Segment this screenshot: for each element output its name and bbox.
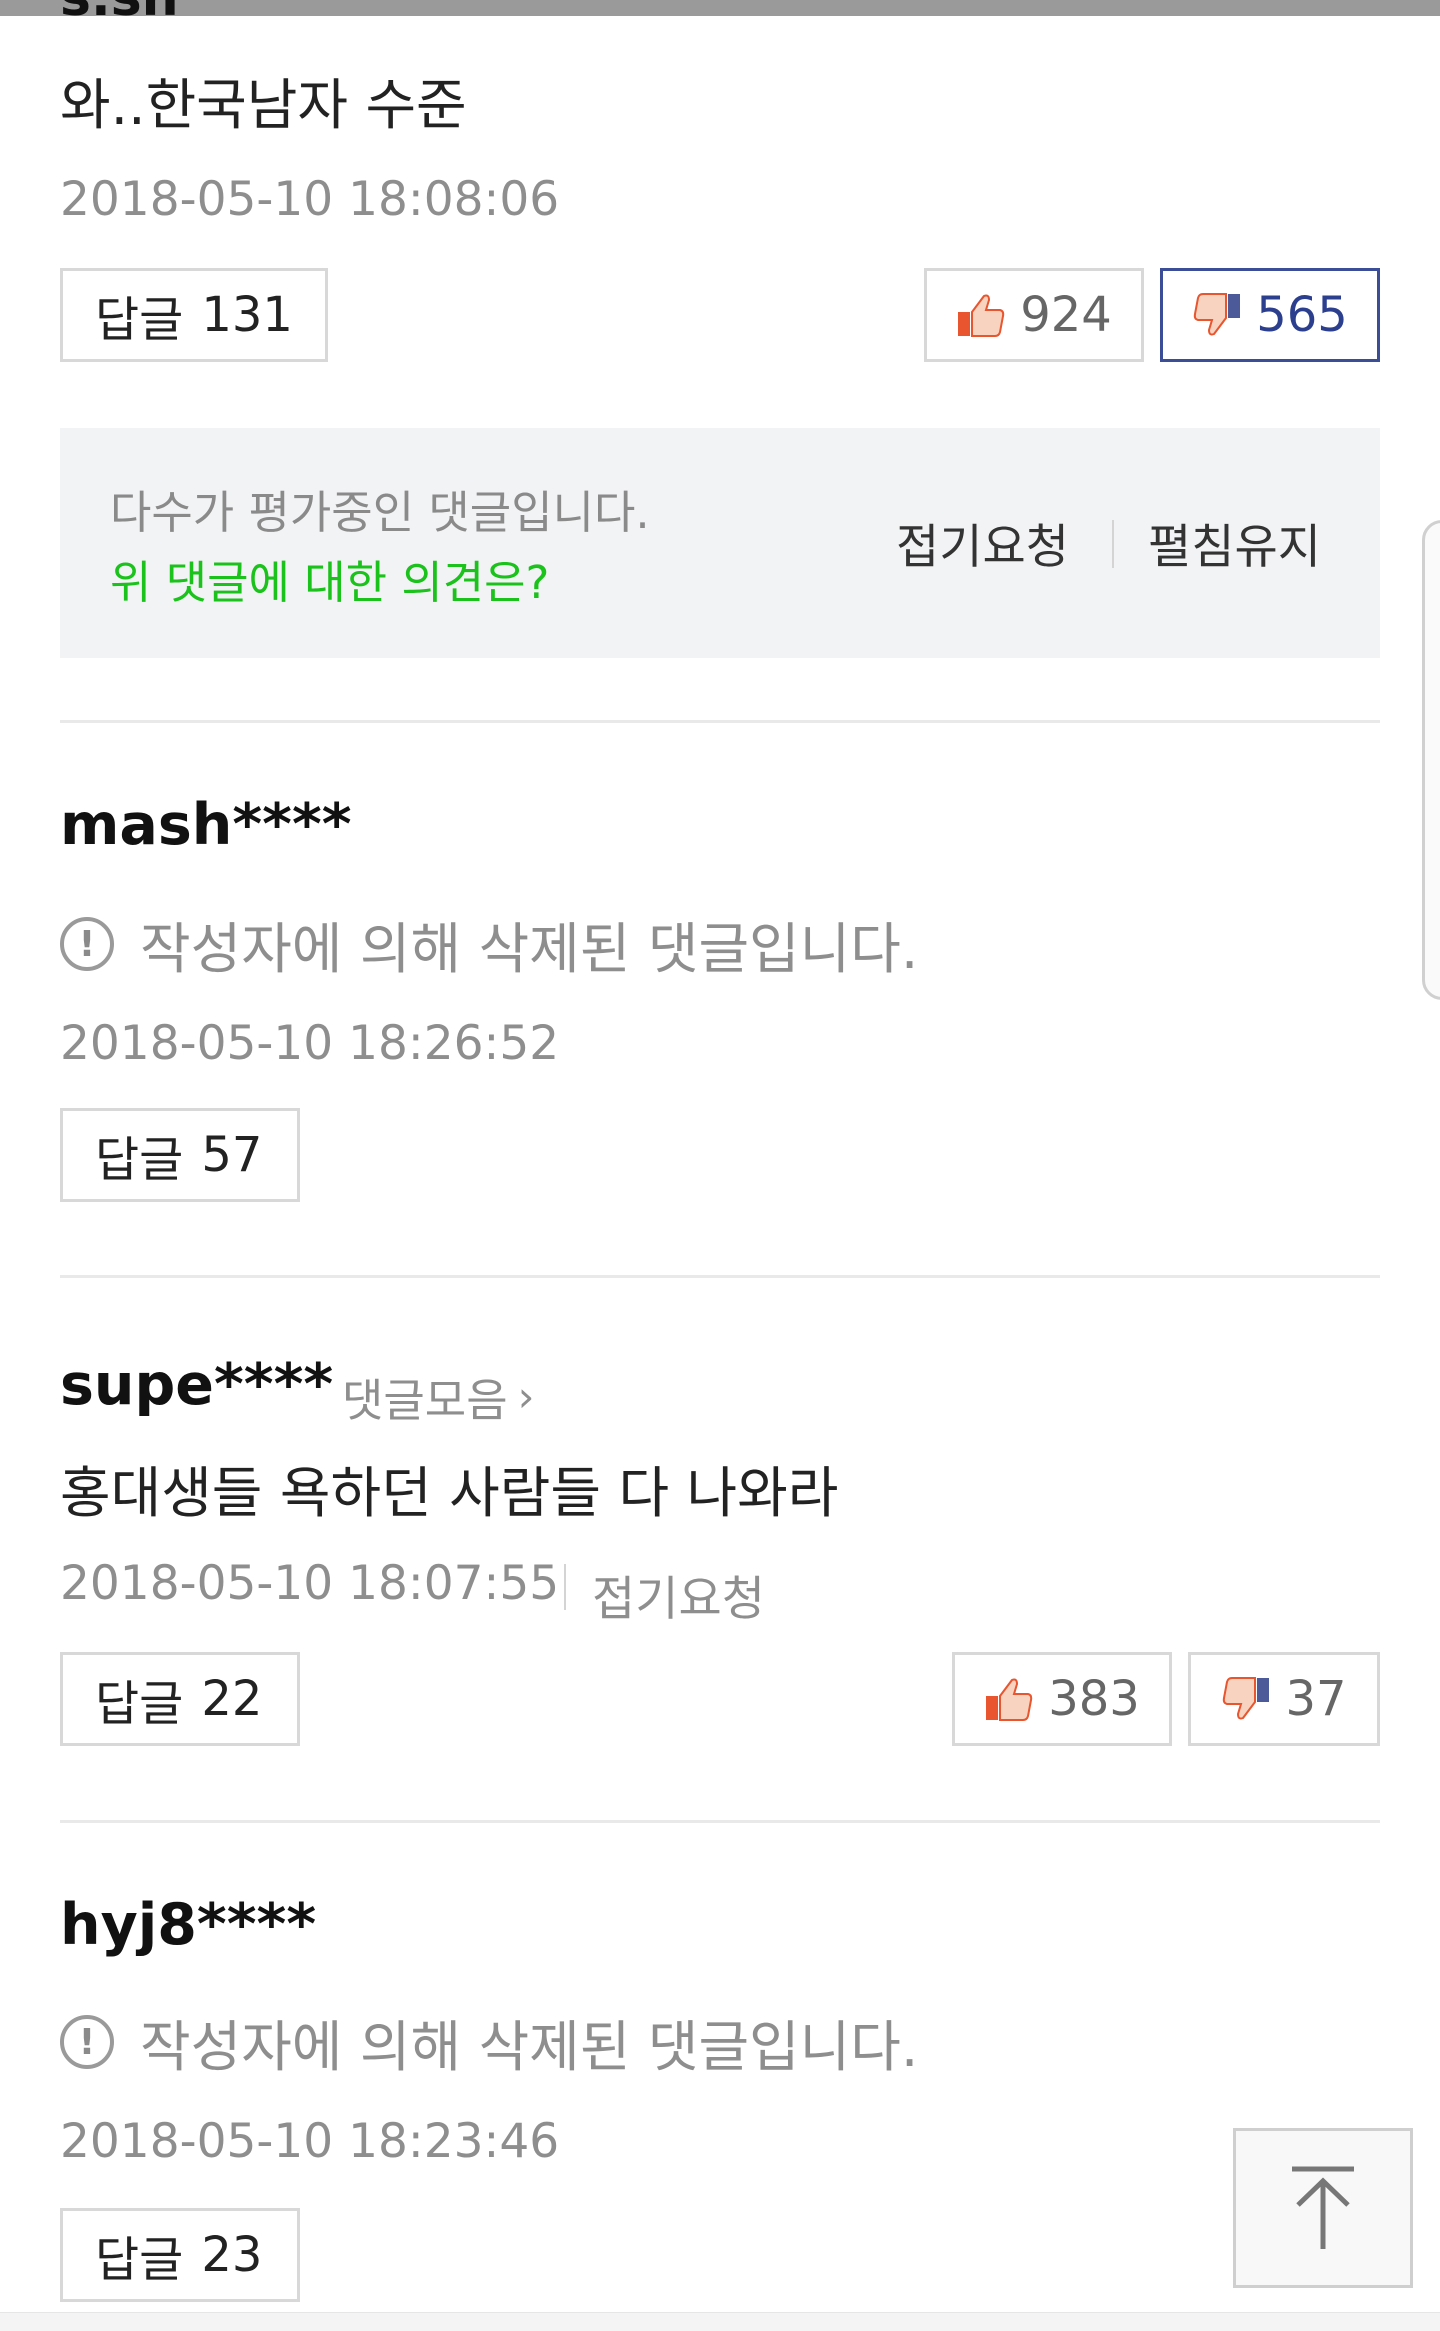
bottom-edge xyxy=(0,2312,1440,2331)
reply-count: 22 xyxy=(201,1671,263,1727)
cut-off-username: s.sh xyxy=(60,0,179,18)
exclamation-circle-icon: ! xyxy=(60,2015,114,2069)
comment-collection-label: 댓글모음 xyxy=(342,1374,508,1427)
deleted-notice: ! 작성자에 의해 삭제된 댓글입니다. xyxy=(60,904,918,984)
chevron-right-icon: › xyxy=(517,1372,535,1421)
reply-count: 57 xyxy=(201,1127,263,1183)
fold-request-button[interactable]: 접기요청 xyxy=(896,508,1069,577)
comment-divider xyxy=(60,720,1380,723)
thumbs-up-icon xyxy=(958,294,1005,337)
reply-label: 답글 xyxy=(95,292,184,348)
dislike-count: 565 xyxy=(1256,287,1348,343)
comment-collection-link[interactable]: 댓글모음 › xyxy=(342,1364,534,1429)
fold-request-link[interactable]: 접기요청 xyxy=(592,1560,765,1629)
notice-divider xyxy=(1112,520,1114,568)
comment-date: 2018-05-10 18:26:52 xyxy=(60,1016,560,1071)
deleted-notice: ! 작성자에 의해 삭제된 댓글입니다. xyxy=(60,2002,918,2082)
thumbs-up-icon xyxy=(986,1678,1033,1721)
dislike-count: 37 xyxy=(1285,1671,1347,1727)
comment-text: 홍대생들 욕하던 사람들 다 나와라 xyxy=(60,1461,839,1525)
scroll-to-top-button[interactable] xyxy=(1233,2128,1413,2288)
top-scroll-edge xyxy=(0,0,1440,16)
arrow-up-icon xyxy=(1292,2166,1354,2249)
thumbs-down-icon xyxy=(1194,293,1241,336)
deleted-text: 작성자에 의해 삭제된 댓글입니다. xyxy=(140,917,919,981)
reply-count: 131 xyxy=(201,287,293,343)
dislike-button[interactable]: 565 xyxy=(1160,268,1380,362)
deleted-text: 작성자에 의해 삭제된 댓글입니다. xyxy=(140,2015,919,2079)
comment-divider xyxy=(60,1820,1380,1823)
notice-text: 다수가 평가중인 댓글입니다. xyxy=(110,486,650,539)
like-count: 924 xyxy=(1020,287,1112,343)
reply-count: 23 xyxy=(201,2227,263,2283)
like-button[interactable]: 924 xyxy=(924,268,1144,362)
exclamation-circle-icon: ! xyxy=(60,917,114,971)
date-separator xyxy=(564,1564,566,1610)
like-count: 383 xyxy=(1048,1671,1140,1727)
reply-label: 답글 xyxy=(95,1132,184,1188)
like-button[interactable]: 383 xyxy=(952,1652,1172,1746)
thumbs-down-icon xyxy=(1223,1677,1270,1720)
comment-date: 2018-05-10 18:23:46 xyxy=(60,2114,560,2169)
reply-label: 답글 xyxy=(95,1676,184,1732)
username[interactable]: supe**** xyxy=(60,1352,333,1418)
reply-button[interactable]: 답글 131 xyxy=(60,268,328,362)
comment-date: 2018-05-10 18:07:55 xyxy=(60,1556,560,1611)
username[interactable]: hyj8**** xyxy=(60,1892,316,1958)
side-panel-handle[interactable] xyxy=(1422,520,1440,1000)
comment-text: 와..한국남자 수준 xyxy=(60,73,467,137)
reply-button[interactable]: 답글 57 xyxy=(60,1108,300,1202)
reply-button[interactable]: 답글 23 xyxy=(60,2208,300,2302)
rating-notice-box: 다수가 평가중인 댓글입니다. 위 댓글에 대한 의견은? 접기요청 펼침유지 xyxy=(60,428,1380,658)
keep-open-button[interactable]: 펼침유지 xyxy=(1148,508,1321,577)
comment-divider xyxy=(60,1275,1380,1278)
username[interactable]: mash**** xyxy=(60,792,352,858)
dislike-button[interactable]: 37 xyxy=(1188,1652,1380,1746)
comment-date: 2018-05-10 18:08:06 xyxy=(60,172,560,227)
reply-label: 답글 xyxy=(95,2232,184,2288)
notice-opinion-prompt: 위 댓글에 대한 의견은? xyxy=(110,556,550,609)
reply-button[interactable]: 답글 22 xyxy=(60,1652,300,1746)
